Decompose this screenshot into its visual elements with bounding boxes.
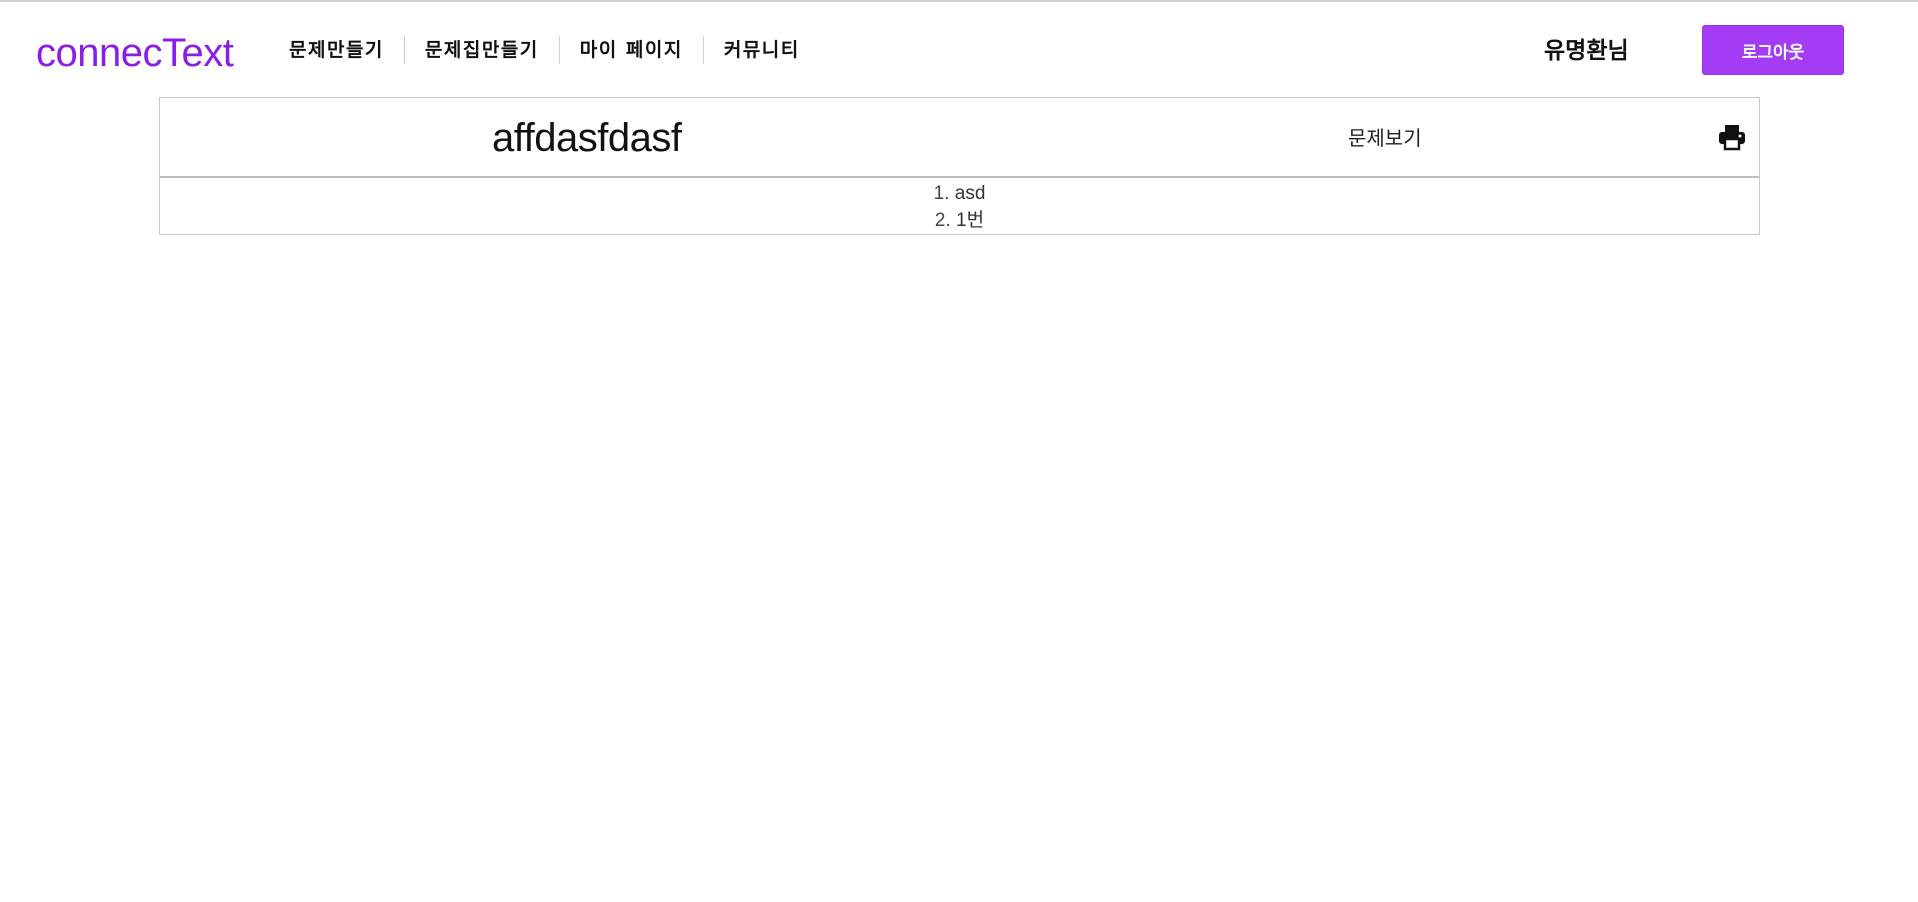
question-text: 1번 bbox=[956, 210, 985, 231]
logo-link[interactable]: connecText bbox=[36, 29, 234, 77]
main-nav: 문제만들기 문제집만들기 마이 페이지 커뮤니티 bbox=[272, 34, 820, 66]
question-text: asd bbox=[954, 183, 986, 204]
nav-make-question[interactable]: 문제만들기 bbox=[272, 35, 404, 65]
question-list: 1. asd 2. 1번 bbox=[160, 180, 1759, 234]
print-icon-graphic bbox=[1719, 125, 1745, 151]
question-set-panel: affdasfdasf 문제보기 1. asd 2. 1번 bbox=[159, 97, 1760, 235]
user-greeting: 유명환님 bbox=[1544, 38, 1629, 64]
print-icon[interactable] bbox=[1718, 123, 1746, 151]
nav-make-question-set[interactable]: 문제집만들기 bbox=[405, 35, 559, 65]
question-number: 1. bbox=[933, 183, 950, 204]
nav-my-page[interactable]: 마이 페이지 bbox=[560, 35, 703, 65]
question-set-title: affdasfdasf bbox=[492, 116, 682, 160]
nav-community[interactable]: 커뮤니티 bbox=[704, 35, 820, 65]
question-number: 2. bbox=[934, 210, 951, 231]
question-item[interactable]: 1. asd bbox=[160, 180, 1759, 207]
question-item[interactable]: 2. 1번 bbox=[160, 207, 1759, 234]
logout-button[interactable]: 로그아웃 bbox=[1702, 25, 1844, 75]
panel-header: affdasfdasf 문제보기 bbox=[160, 98, 1759, 178]
site-header: connecText 문제만들기 문제집만들기 마이 페이지 커뮤니티 유명환님… bbox=[0, 2, 1918, 94]
view-questions-link[interactable]: 문제보기 bbox=[1348, 124, 1422, 152]
